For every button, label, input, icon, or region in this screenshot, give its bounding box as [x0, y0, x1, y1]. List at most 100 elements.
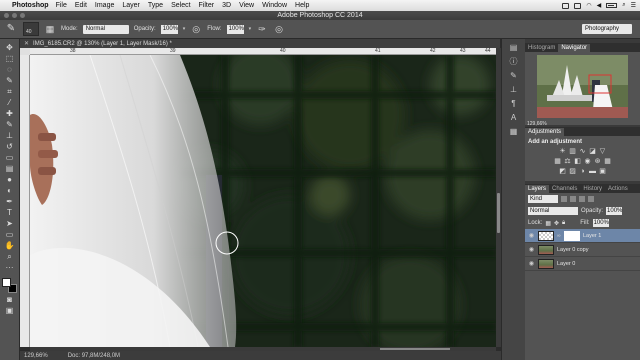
- minimize-window-button[interactable]: [12, 13, 17, 18]
- gradient-tool-icon[interactable]: ▤: [3, 164, 17, 174]
- ruler-origin[interactable]: [20, 48, 30, 55]
- more-tools-icon[interactable]: ···: [3, 263, 17, 273]
- path-selection-tool-icon[interactable]: ➤: [3, 219, 17, 229]
- navigator-thumbnail[interactable]: [537, 55, 628, 118]
- layer-opacity-field[interactable]: 100%: [606, 207, 622, 215]
- document-canvas[interactable]: [30, 55, 496, 347]
- menu-layer[interactable]: Layer: [122, 2, 140, 9]
- visibility-eye-icon[interactable]: ◉: [528, 232, 535, 239]
- brush-preset-picker[interactable]: 40: [23, 22, 39, 36]
- layer-name[interactable]: Layer 0: [557, 261, 575, 267]
- selective-color-icon[interactable]: ▣: [599, 168, 607, 175]
- threshold-icon[interactable]: ◑: [579, 168, 587, 175]
- shape-filter-icon[interactable]: [588, 196, 594, 202]
- menu-view[interactable]: View: [239, 2, 254, 9]
- history-brush-tool-icon[interactable]: ↺: [3, 142, 17, 152]
- display-icon[interactable]: [574, 2, 582, 9]
- blur-tool-icon[interactable]: ●: [3, 175, 17, 185]
- status-zoom[interactable]: 129,66%: [24, 353, 48, 359]
- tab-history[interactable]: History: [580, 185, 605, 193]
- dropbox-icon[interactable]: [562, 2, 570, 9]
- quick-select-tool-icon[interactable]: ✎: [3, 76, 17, 86]
- pressure-opacity-icon[interactable]: ◎: [190, 23, 202, 35]
- brightness-icon[interactable]: ☀: [559, 148, 567, 155]
- vibrance-icon[interactable]: ▽: [599, 148, 607, 155]
- menu-edit[interactable]: Edit: [75, 2, 87, 9]
- marquee-tool-icon[interactable]: ⬚: [3, 54, 17, 64]
- exposure-icon[interactable]: ◪: [589, 148, 597, 155]
- layer-row[interactable]: ◉ ∞ Layer 1: [525, 229, 640, 243]
- layer-row[interactable]: ◉ Layer 0: [525, 257, 640, 271]
- eraser-tool-icon[interactable]: ▭: [3, 153, 17, 163]
- color-balance-icon[interactable]: ⚖: [564, 158, 572, 165]
- black-white-icon[interactable]: ◧: [574, 158, 582, 165]
- lasso-tool-icon[interactable]: ◌: [3, 65, 17, 75]
- layer-row[interactable]: ◉ Layer 0 copy: [525, 243, 640, 257]
- horizontal-scroll-thumb[interactable]: [380, 348, 450, 350]
- search-icon[interactable]: ⌕: [622, 2, 625, 9]
- flow-dropdown-icon[interactable]: ▾: [249, 26, 252, 32]
- lock-all-icon[interactable]: 🔒︎: [562, 220, 565, 227]
- menu-select[interactable]: Select: [171, 2, 190, 9]
- gradient-map-icon[interactable]: ▬: [589, 168, 597, 175]
- healing-tool-icon[interactable]: ✚: [3, 109, 17, 119]
- opacity-dropdown-icon[interactable]: ▾: [183, 26, 186, 32]
- tab-actions[interactable]: Actions: [605, 185, 631, 193]
- menu-filter[interactable]: Filter: [199, 2, 215, 9]
- lock-position-icon[interactable]: ✥: [554, 220, 559, 227]
- shape-tool-icon[interactable]: ▭: [3, 230, 17, 240]
- crop-tool-icon[interactable]: ⌗: [3, 87, 17, 97]
- move-tool-icon[interactable]: ✥: [3, 43, 17, 53]
- tab-layers[interactable]: Layers: [525, 185, 550, 193]
- layer-name[interactable]: Layer 0 copy: [557, 247, 589, 253]
- zoom-window-button[interactable]: [20, 13, 25, 18]
- document-tab[interactable]: ✕ IMG_6185.CR2 @ 130% (Layer 1, Layer Ma…: [20, 39, 500, 48]
- pixel-filter-icon[interactable]: [561, 196, 567, 202]
- flow-field[interactable]: 100%: [226, 24, 244, 34]
- posterize-icon[interactable]: ▨: [569, 168, 577, 175]
- pressure-size-icon[interactable]: ◎: [273, 23, 285, 35]
- mask-link-icon[interactable]: ∞: [557, 233, 561, 239]
- menu-type[interactable]: Type: [148, 2, 163, 9]
- properties-icon[interactable]: ▤: [507, 43, 521, 53]
- pen-tool-icon[interactable]: ✒: [3, 197, 17, 207]
- foreground-color-swatch[interactable]: [1, 278, 11, 287]
- tab-navigator[interactable]: Navigator: [558, 44, 591, 52]
- close-window-button[interactable]: [4, 13, 9, 18]
- tab-histogram[interactable]: Histogram: [525, 44, 558, 52]
- invert-icon[interactable]: ◩: [559, 168, 567, 175]
- menu-file[interactable]: File: [56, 2, 67, 9]
- channel-mixer-icon[interactable]: ⊛: [594, 158, 602, 165]
- menu-image[interactable]: Image: [95, 2, 114, 9]
- wifi-icon[interactable]: ◠: [586, 2, 591, 9]
- brush-tool-icon[interactable]: ✎: [4, 22, 18, 36]
- horizontal-ruler[interactable]: 38 39 40 41 42 43 44: [30, 48, 496, 55]
- menu-window[interactable]: Window: [262, 2, 287, 9]
- character-icon[interactable]: A: [507, 113, 521, 123]
- close-tab-icon[interactable]: ✕: [24, 40, 29, 47]
- visibility-eye-icon[interactable]: ◉: [528, 246, 535, 253]
- curves-icon[interactable]: ∿: [579, 148, 587, 155]
- tab-adjustments[interactable]: Adjustments: [525, 128, 565, 136]
- battery-icon[interactable]: [606, 3, 618, 8]
- menu-help[interactable]: Help: [295, 2, 309, 9]
- lock-pixels-icon[interactable]: ▦: [545, 220, 551, 227]
- vertical-ruler[interactable]: [20, 55, 30, 347]
- vertical-scroll-thumb[interactable]: [497, 193, 500, 233]
- type-tool-icon[interactable]: T: [3, 208, 17, 218]
- photo-filter-icon[interactable]: ◉: [584, 158, 592, 165]
- quick-mask-icon[interactable]: ◙: [3, 295, 17, 305]
- styles-icon[interactable]: ▦: [507, 127, 521, 137]
- brush-panel-toggle-icon[interactable]: ▦: [44, 23, 56, 35]
- type-filter-icon[interactable]: [579, 196, 585, 202]
- paragraph-icon[interactable]: ¶: [507, 99, 521, 109]
- menu-app-name[interactable]: Photoshop: [12, 2, 49, 9]
- volume-icon[interactable]: ◀: [597, 2, 602, 9]
- screen-mode-icon[interactable]: ▣: [3, 306, 17, 316]
- list-icon[interactable]: ☰: [631, 2, 636, 9]
- hue-saturation-icon[interactable]: ▦: [554, 158, 562, 165]
- menu-3d[interactable]: 3D: [222, 2, 231, 9]
- brush-panel-icon[interactable]: ✎: [507, 71, 521, 81]
- adjustment-filter-icon[interactable]: [570, 196, 576, 202]
- layer-name[interactable]: Layer 1: [583, 233, 601, 239]
